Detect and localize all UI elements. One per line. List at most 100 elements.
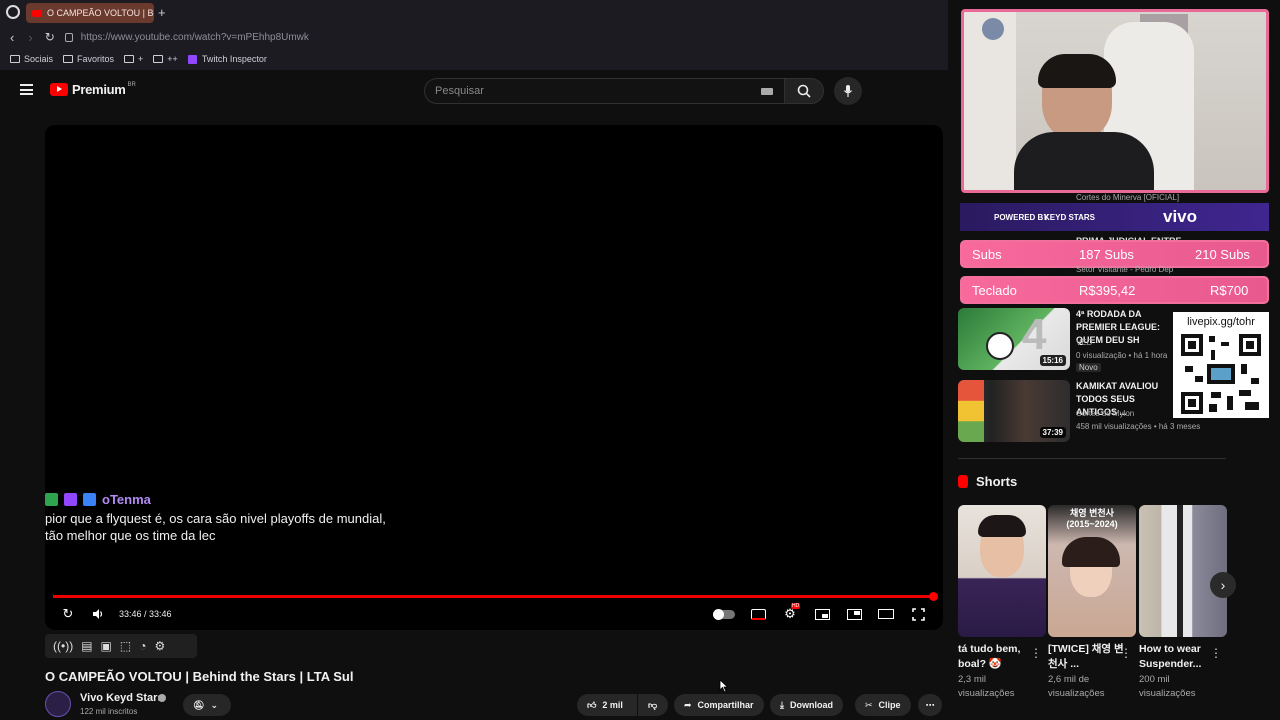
shorts-heading: Shorts	[958, 474, 1017, 489]
short-menu-icon[interactable]: ⋮	[1210, 646, 1222, 660]
like-count: 2 mil	[602, 700, 623, 710]
folder-icon	[153, 55, 164, 63]
volume-icon[interactable]	[89, 605, 107, 623]
channel-avatar[interactable]	[45, 691, 71, 717]
subs-goal-bar: Subs 187 Subs 210 Subs	[960, 240, 1269, 268]
channel-name[interactable]: Vivo Keyd Stars	[80, 692, 164, 704]
share-label: Compartilhar	[697, 700, 754, 710]
reload-icon[interactable]: ↻	[45, 30, 55, 44]
microphone-icon	[844, 85, 852, 97]
webcam-overlay	[961, 9, 1269, 193]
round-number-decor: 4	[1022, 310, 1047, 359]
subtitles-icon[interactable]	[749, 605, 767, 623]
clip-label: Clipe	[878, 700, 901, 710]
chat-overlay: oTenma pior que a flyquest é, os cara sã…	[45, 491, 445, 544]
keyboard-icon[interactable]	[761, 88, 773, 95]
short-views-2: 2,6 mil de visualizações	[1048, 674, 1105, 699]
goal-current: R$395,42	[1079, 283, 1136, 298]
qr-label: livepix.gg/tohr	[1187, 316, 1255, 328]
person-face-decor	[1062, 537, 1120, 597]
like-button[interactable]: 👍︎ 2 mil	[577, 694, 637, 716]
dashed-frame-icon[interactable]: ⬚	[120, 639, 131, 653]
short-title-1[interactable]: tá tudo bem, boal? 🤡	[958, 642, 1036, 672]
sponsor-banner: POWERED BY KEYD STARS vivo	[960, 203, 1269, 231]
clapper-icon[interactable]: ▤	[81, 639, 92, 653]
download-button[interactable]: ⤓ Download	[770, 694, 843, 716]
subs-label: Subs	[972, 247, 1002, 262]
browser-menu-icon[interactable]	[6, 5, 20, 19]
short-title-2[interactable]: [TWICE] 채영 변천사 ...	[1048, 642, 1126, 672]
short-thumbnail-2[interactable]: 채영 변천사 (2015~2024)	[1048, 505, 1136, 637]
youtube-play-icon	[50, 83, 68, 96]
person-face-decor	[978, 515, 1026, 577]
bookmark-plus[interactable]: +	[124, 54, 143, 64]
verified-badge-icon	[45, 493, 58, 506]
shorts-icon	[958, 475, 968, 488]
back-icon[interactable]: ‹	[10, 30, 14, 45]
clip-button[interactable]: ✂ Clipe	[855, 694, 911, 716]
chat-username: oTenma	[102, 492, 151, 507]
scissors-icon: ✂	[865, 699, 873, 710]
suspender-decor	[1177, 505, 1183, 637]
replay-icon[interactable]: ↻	[59, 605, 77, 623]
folder-icon	[124, 55, 135, 63]
video-meta: 0 visualização • há 1 hora	[1076, 351, 1168, 360]
bookmark-twitch-inspector[interactable]: Twitch Inspector	[187, 54, 267, 64]
short-menu-icon[interactable]: ⋮	[1030, 646, 1042, 660]
short-thumbnail-1[interactable]	[958, 505, 1046, 637]
search-input[interactable]: Pesquisar	[424, 78, 786, 104]
tab-title: O CAMPEÃO VOLTOU | Be	[47, 8, 154, 18]
url-field[interactable]: https://www.youtube.com/watch?v=mPEhhp8U…	[81, 32, 309, 43]
streamer-body	[1014, 132, 1154, 190]
notification-bell-button[interactable]: 🔕︎ ⌄	[183, 694, 231, 716]
hamburger-menu-icon[interactable]	[20, 84, 33, 95]
download-icon: ⤓	[780, 699, 784, 710]
subscriber-count: 122 mil inscritos	[80, 707, 138, 716]
more-actions-button[interactable]: ⋯	[918, 694, 942, 716]
bookmark-plusplus[interactable]: ++	[153, 54, 178, 64]
region-label: BR	[127, 81, 136, 88]
forward-icon[interactable]: ›	[28, 30, 32, 45]
shorts-next-button[interactable]: ›	[1210, 572, 1236, 598]
voice-search-button[interactable]	[834, 77, 862, 105]
pip-icon[interactable]	[845, 605, 863, 623]
gear-icon[interactable]: ⚙	[154, 639, 165, 653]
video-player[interactable]: oTenma pior que a flyquest é, os cara sã…	[45, 125, 943, 630]
youtube-logo[interactable]: Premium BR	[50, 82, 136, 97]
dislike-button[interactable]: 👎︎	[638, 694, 668, 716]
audio-icon[interactable]: ((•))	[53, 639, 73, 653]
theater-mode-icon[interactable]	[877, 605, 895, 623]
settings-icon[interactable]: ⚙ HD	[781, 603, 801, 623]
donation-goal-bar: Teclado R$395,42 R$700	[960, 276, 1269, 304]
new-badge: Novo	[1076, 363, 1101, 372]
folder-icon	[63, 55, 74, 63]
progress-scrubber[interactable]	[929, 592, 938, 601]
partial-channel-2: Setor Visitante - Pedro Dep	[1076, 265, 1174, 274]
download-label: Download	[789, 700, 833, 710]
video-channel: Cortes do Mylon	[1076, 409, 1135, 418]
short-menu-icon[interactable]: ⋮	[1120, 646, 1132, 660]
search-icon	[797, 84, 811, 98]
short-title-3[interactable]: How to wear Suspender...	[1139, 642, 1217, 672]
qr-code-icon	[1181, 334, 1261, 414]
new-tab-button[interactable]: +	[158, 5, 166, 20]
browser-tab[interactable]: O CAMPEÃO VOLTOU | Be	[26, 3, 154, 23]
search-button[interactable]	[784, 78, 824, 104]
progress-bar[interactable]	[53, 595, 935, 598]
video-thumbnail: 4 15:16	[958, 308, 1070, 370]
speed-icon[interactable]: ◔	[139, 639, 146, 653]
channel-row: Vivo Keyd Stars 122 mil inscritos 🔕︎ ⌄ 👍…	[45, 690, 945, 720]
aspect-ratio-icon[interactable]: ▣	[101, 639, 112, 653]
bookmark-favoritos[interactable]: Favoritos	[63, 54, 114, 64]
autoplay-toggle[interactable]	[713, 609, 735, 620]
goal-label: Teclado	[972, 283, 1017, 298]
miniplayer-icon[interactable]	[813, 605, 831, 623]
sub-badge-icon	[64, 493, 77, 506]
video-thumbnail: 37:39	[958, 380, 1070, 442]
fullscreen-icon[interactable]	[909, 605, 927, 623]
short-thumbnail-3[interactable]	[1139, 505, 1227, 637]
video-duration: 15:16	[1039, 355, 1066, 366]
verified-check-icon	[158, 694, 166, 702]
share-button[interactable]: ➦ Compartilhar	[674, 694, 764, 716]
bookmark-sociais[interactable]: Sociais	[10, 54, 53, 64]
